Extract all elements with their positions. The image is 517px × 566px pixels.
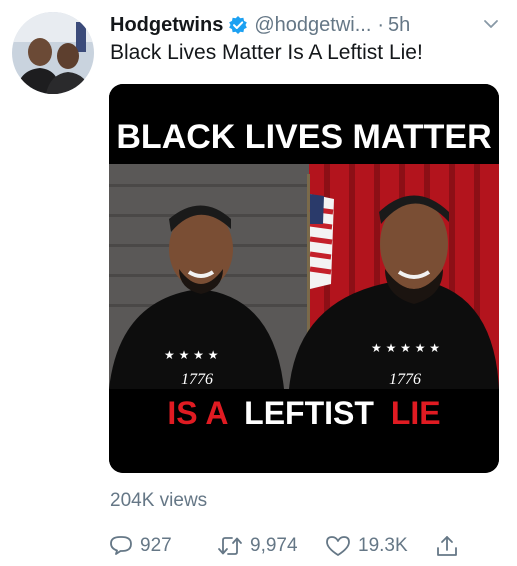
- caption-bottom-red-1: IS A: [167, 395, 228, 431]
- chevron-down-icon[interactable]: [483, 16, 499, 32]
- reply-count: 927: [140, 535, 172, 556]
- avatar[interactable]: [12, 12, 94, 94]
- view-count: 204K views: [110, 490, 208, 511]
- tweet-header: Hodgetwins @hodgetwi... · 5h: [110, 10, 505, 40]
- like-count: 19.3K: [358, 535, 408, 556]
- caption-bottom-white: LEFTIST: [244, 395, 374, 431]
- caption-bottom-red-2: LIE: [391, 395, 441, 431]
- tweet-actions: 927 9,974 19.3K: [108, 530, 508, 562]
- like-button[interactable]: 19.3K: [324, 530, 408, 562]
- retweet-count: 9,974: [250, 535, 298, 556]
- reply-button[interactable]: 927: [108, 530, 172, 562]
- svg-text:★ ★ ★ ★: ★ ★ ★ ★: [164, 348, 218, 362]
- caption-top: BLACK LIVES MATTER: [116, 118, 491, 156]
- svg-text:★ ★ ★ ★ ★: ★ ★ ★ ★ ★: [371, 341, 440, 355]
- shirt-text-left: 1776: [181, 371, 213, 388]
- handle[interactable]: @hodgetwi...: [254, 14, 371, 37]
- heart-icon: [326, 536, 350, 556]
- separator-dot: ·: [377, 13, 385, 36]
- verified-badge-icon: [228, 15, 248, 35]
- timestamp[interactable]: 5h: [388, 14, 410, 37]
- display-name[interactable]: Hodgetwins: [110, 14, 223, 37]
- caption-bottom: IS A LEFTIST LIE: [167, 395, 440, 431]
- retweet-icon: [218, 537, 242, 555]
- share-icon: [437, 536, 457, 556]
- tweet-text: Black Lives Matter Is A Leftist Lie!: [110, 41, 423, 64]
- retweet-button[interactable]: 9,974: [216, 530, 298, 562]
- shirt-text-right: 1776: [389, 371, 421, 388]
- tweet-media-video[interactable]: ★ ★ ★ ★ ★ ★ ★ ★ ★ 1776 1776 BLACK LIVES …: [109, 84, 499, 473]
- reply-icon: [110, 536, 132, 555]
- share-button[interactable]: [434, 530, 466, 562]
